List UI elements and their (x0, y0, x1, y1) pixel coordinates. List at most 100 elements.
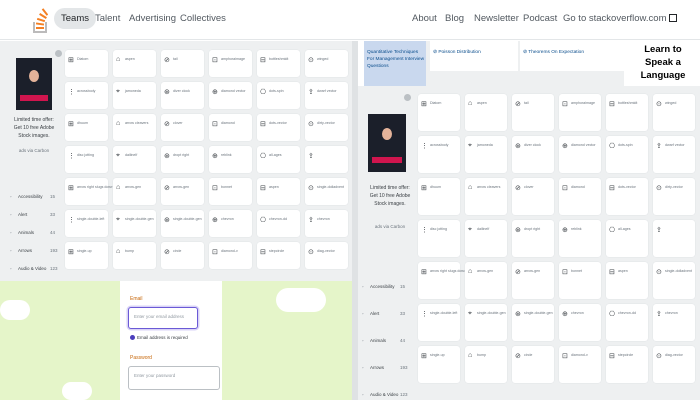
icon-tile[interactable]: ⊙ diag-vector (305, 242, 348, 269)
icon-tile[interactable]: ⊕ chevron (559, 304, 601, 341)
icon-tile[interactable]: ⊙ single-dolladvent (653, 262, 695, 299)
icon-tile[interactable]: ⊡ bonnet (209, 178, 252, 205)
icon-tile[interactable]: ⊞ arrow right slugs down (65, 178, 113, 205)
blog-card[interactable]: Quantitative Techniques For Management I… (364, 41, 426, 86)
icon-tile[interactable]: ⊡ diamond-v (209, 242, 252, 269)
icon-tile[interactable]: ⋮ single-double-left (65, 210, 108, 237)
ad-image[interactable] (368, 114, 406, 172)
nav-talent[interactable]: Talent (95, 13, 120, 24)
category-item[interactable]: ◦ Accessibility (362, 284, 395, 289)
icon-tile[interactable]: ⊟ aspen (606, 262, 648, 299)
icon-tile[interactable]: ⊡ bonnet (559, 262, 601, 299)
language-ad[interactable]: Learn to Speak a Language (624, 41, 700, 86)
icon-tile[interactable]: ⎔ dots-spin (257, 82, 300, 109)
close-icon[interactable] (404, 94, 411, 101)
icon-tile[interactable]: ⊡ amphoraimage (209, 50, 252, 77)
icon-tile[interactable]: ⎔ dots-spin (606, 136, 648, 173)
icon-tile[interactable]: ⌖ dailinelf (113, 146, 156, 173)
icon-tile[interactable]: ⌂ arrow cleavers (465, 178, 507, 215)
icon-tile[interactable]: ⊟ bottleshmidt (606, 94, 648, 131)
icon-tile[interactable]: ⊛ diver clock (512, 136, 554, 173)
blog-title[interactable]: Quantitative Techniques For Management I… (367, 49, 425, 70)
icon-tile[interactable]: ⊕ diamond vector (209, 82, 252, 109)
category-item[interactable]: ◦ Alert (362, 311, 379, 316)
category-item[interactable]: ◦ Audio & Video (10, 266, 46, 271)
email-input[interactable]: Enter your email address (128, 307, 198, 329)
password-input[interactable]: Enter your password (128, 366, 220, 390)
icon-tile[interactable]: ⊘ tail (512, 94, 554, 131)
blog-title[interactable]: ⊘ Poisson Distribution (433, 49, 481, 56)
icon-tile[interactable]: ⊘ arrow-gen (161, 178, 204, 205)
nav-collectives[interactable]: Collectives (180, 13, 226, 24)
icon-tile[interactable]: ⌂ arrow-gen (113, 178, 156, 205)
icon-tile[interactable]: ⊟ dots-vector (257, 114, 300, 141)
icon-tile[interactable]: ⊙ dirty-vector (653, 178, 695, 215)
icon-tile[interactable]: ⊞ single-up (418, 346, 460, 383)
nav-about[interactable]: About (412, 13, 437, 24)
icon-tile[interactable]: ⊘ clover (512, 178, 554, 215)
nav-newsletter[interactable]: Newsletter (474, 13, 519, 24)
ad-image[interactable] (16, 58, 52, 110)
carbon-ad[interactable]: Limited time offer: Get 10 free Adobe St… (6, 50, 60, 160)
icon-tile[interactable]: ⌂ bump (113, 242, 156, 269)
icon-tile[interactable]: ⊟ stepcircle (606, 346, 648, 383)
icon-tile[interactable]: ⊟ bottleshmidt (257, 50, 300, 77)
icon-tile[interactable]: ⋮ disc jotting (65, 146, 108, 173)
icon-tile[interactable]: ⊕ chevron (209, 210, 252, 237)
icon-tile[interactable]: ⇪ dwarf vector (305, 82, 348, 109)
icon-tile[interactable]: ⊙ dirty-vector (305, 114, 348, 141)
nav-teams[interactable]: Teams (54, 8, 96, 29)
icon-tile[interactable]: ⊙ diag-vector (653, 346, 695, 383)
category-item[interactable]: ◦ Animals (362, 338, 386, 343)
icon-tile[interactable]: ⊕ diamond vector (559, 136, 601, 173)
category-item[interactable]: ◦ Alert (10, 212, 27, 217)
ad-headline[interactable]: Limited time offer: Get 10 free Adobe St… (366, 184, 414, 208)
icon-tile[interactable]: ⎔ all-ages (606, 220, 648, 257)
icon-tile[interactable]: ⊕ reblink (559, 220, 601, 257)
icon-tile[interactable]: ⊘ clover (161, 114, 204, 141)
nav-goto-stackoverflow[interactable]: Go to stackoverflow.com (563, 13, 678, 24)
icon-tile[interactable]: ⊙ single-dolladvent (305, 178, 348, 205)
icon-tile[interactable]: ⌂ aspen (465, 94, 507, 131)
icon-tile[interactable]: ⊞ Diatom (65, 50, 108, 77)
icon-tile[interactable]: ⊘ tail (161, 50, 204, 77)
icon-tile[interactable]: ⇪ chevron (305, 210, 348, 237)
close-icon[interactable] (55, 50, 62, 57)
icon-tile[interactable]: ⊟ stepcircle (257, 242, 300, 269)
icon-tile[interactable]: ⊡ amphoraimage (559, 94, 601, 131)
icon-tile[interactable]: ⊛ dropt right (161, 146, 204, 173)
icon-tile[interactable]: ⋮ disc jotting (418, 220, 460, 257)
icon-tile[interactable]: ⊡ diamond-v (559, 346, 601, 383)
icon-tile[interactable]: ⇪ dwarf vector (653, 136, 695, 173)
ad-headline[interactable]: Limited time offer: Get 10 free Adobe St… (10, 116, 58, 140)
icon-tile[interactable]: ⊙ winged (653, 94, 695, 131)
icon-tile[interactable]: ⊛ diver clock (161, 82, 204, 109)
icon-tile[interactable]: ⇪ (653, 220, 695, 257)
nav-advertising[interactable]: Advertising (129, 13, 176, 24)
icon-tile[interactable]: ⊛ single-double-gen (512, 304, 554, 341)
icon-tile[interactable]: ⎔ chevron-dd (257, 210, 300, 237)
category-item[interactable]: ◦ Arrows (10, 248, 32, 253)
icon-tile[interactable]: ⊞ single-up (65, 242, 108, 269)
icon-tile[interactable]: ⊘ circle (161, 242, 204, 269)
icon-tile[interactable]: ⊞ arrow right slugs down (418, 262, 466, 299)
icon-tile[interactable]: ⊘ arrow-gen (512, 262, 554, 299)
icon-tile[interactable]: ⊛ single-double-gen (161, 210, 204, 237)
icon-tile[interactable]: ⊘ circle (512, 346, 554, 383)
icon-tile[interactable]: ⋮ single-double-left (418, 304, 460, 341)
blog-title[interactable]: ⊘ Theorems On Expectation (523, 49, 584, 56)
icon-tile[interactable]: ⌖ single-double-gen (113, 210, 156, 237)
icon-tile[interactable]: ⌂ arrow cleavers (113, 114, 156, 141)
icon-tile[interactable]: ⌂ arrow-gen (465, 262, 507, 299)
icon-tile[interactable]: ⊟ aspen (257, 178, 300, 205)
blog-card[interactable]: ⊘ Theorems On Expectation (520, 41, 624, 71)
icon-tile[interactable]: ⇪ (305, 146, 348, 173)
icon-tile[interactable]: ⇪ chevron (653, 304, 695, 341)
icon-tile[interactable]: ⊞ Diatom (418, 94, 460, 131)
icon-tile[interactable]: ⎔ all-ages (257, 146, 300, 173)
icon-tile[interactable]: ⊛ dropt right (512, 220, 554, 257)
icon-tile[interactable]: ⌖ jamoneda (113, 82, 156, 109)
carbon-ad[interactable]: Limited time offer: Get 10 free Adobe St… (362, 100, 418, 250)
stackoverflow-logo-icon[interactable] (32, 8, 48, 34)
icon-tile[interactable]: ⊙ winged (305, 50, 348, 77)
